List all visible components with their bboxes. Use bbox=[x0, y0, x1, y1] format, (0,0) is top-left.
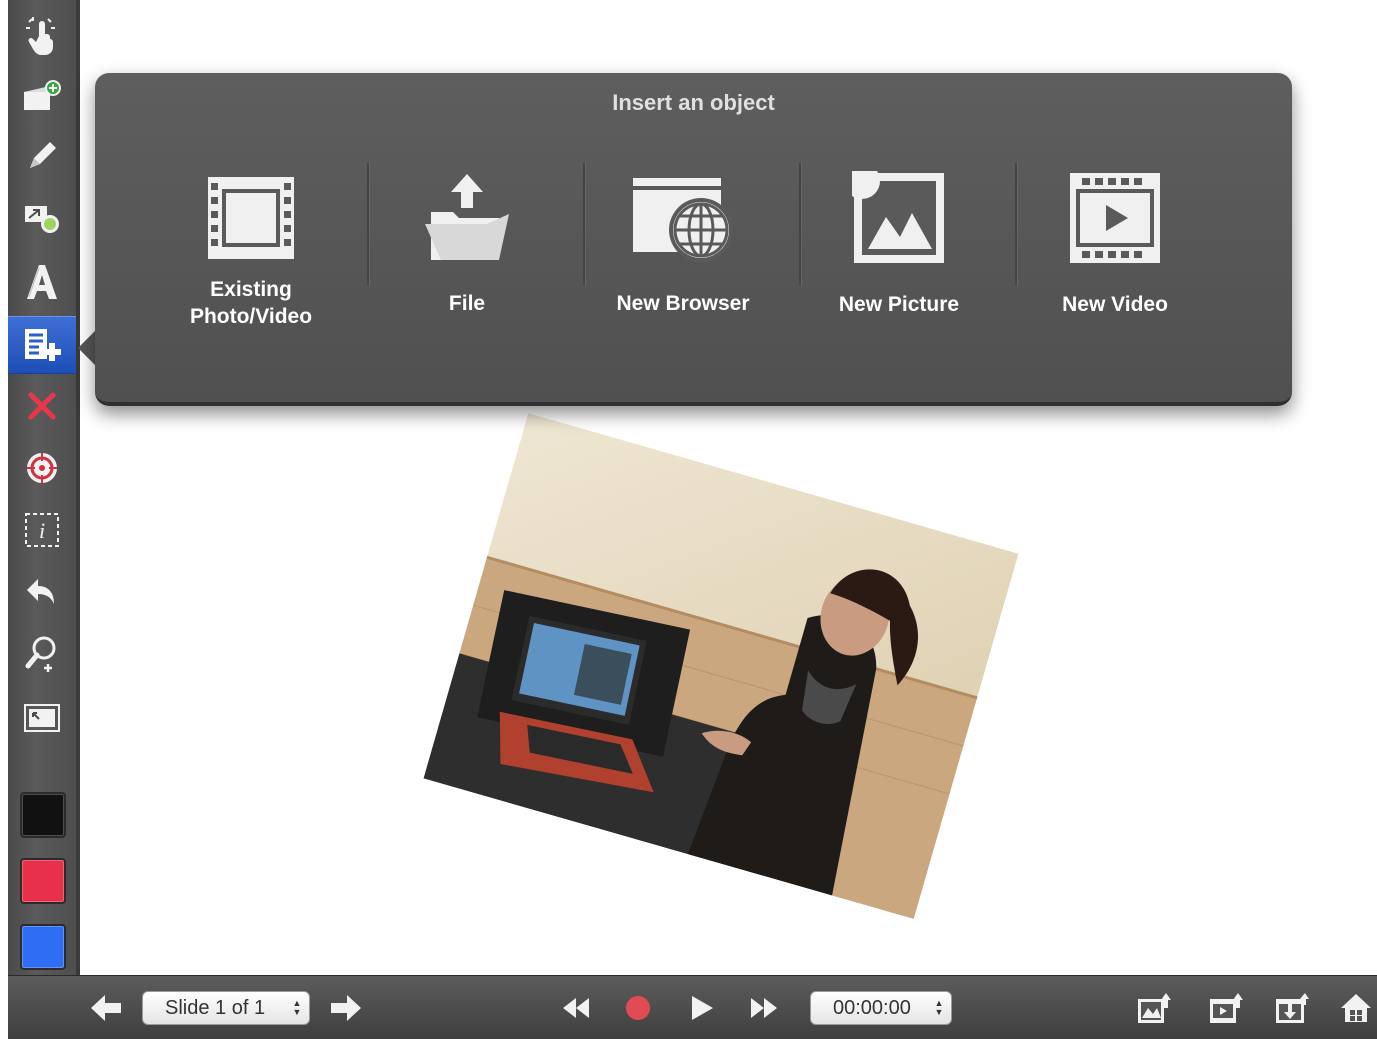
fast-forward-button[interactable] bbox=[744, 990, 784, 1026]
color-swatch-black[interactable] bbox=[20, 792, 66, 838]
pencil-icon[interactable] bbox=[8, 128, 76, 184]
delete-icon[interactable] bbox=[8, 378, 76, 434]
film-strip-icon bbox=[208, 177, 294, 259]
new-picture-option[interactable]: New Picture bbox=[791, 153, 1007, 333]
popover-pointer bbox=[78, 330, 96, 366]
option-label: Existing Photo/Video bbox=[189, 278, 313, 328]
add-slide-icon[interactable] bbox=[8, 68, 76, 124]
svg-text:i: i bbox=[39, 518, 45, 543]
insert-object-popover: Insert an object Existing Photo/Video Fi… bbox=[95, 73, 1292, 406]
home-icon bbox=[1341, 994, 1371, 1022]
upload-folder-icon bbox=[425, 174, 509, 260]
color-swatch-red[interactable] bbox=[20, 858, 66, 904]
option-label: File bbox=[448, 292, 486, 315]
export-video-button[interactable] bbox=[1206, 988, 1246, 1028]
text-icon[interactable] bbox=[8, 254, 76, 310]
time-selector[interactable]: 00:00:00 ▲ ▼ bbox=[810, 991, 952, 1025]
import-button[interactable] bbox=[1272, 988, 1312, 1028]
record-button[interactable] bbox=[618, 990, 658, 1026]
home-button[interactable] bbox=[1336, 988, 1376, 1028]
record-icon bbox=[626, 996, 650, 1020]
bottom-toolbar: Slide 1 of 1 ▲ ▼ 00:00:00 ▲ ▼ bbox=[8, 975, 1377, 1039]
file-option[interactable]: File bbox=[359, 153, 575, 333]
next-slide-button[interactable] bbox=[326, 990, 366, 1026]
option-label: New Browser bbox=[616, 292, 750, 315]
existing-photo-video-option[interactable]: Existing Photo/Video bbox=[143, 153, 359, 333]
color-swatch-blue[interactable] bbox=[20, 924, 66, 970]
option-label: New Picture bbox=[838, 293, 960, 316]
arrow-right-icon bbox=[331, 995, 361, 1021]
new-video-option[interactable]: New Video bbox=[1007, 153, 1223, 333]
video-play-icon bbox=[1070, 173, 1160, 263]
play-icon bbox=[692, 996, 713, 1020]
zoom-icon[interactable] bbox=[8, 626, 76, 682]
shapes-icon[interactable] bbox=[8, 190, 76, 246]
undo-icon[interactable] bbox=[8, 564, 76, 620]
arrow-left-icon bbox=[91, 995, 121, 1021]
previous-slide-button[interactable] bbox=[86, 990, 126, 1026]
fast-forward-icon bbox=[751, 998, 777, 1018]
stepper-arrows-icon: ▲ ▼ bbox=[934, 998, 944, 1017]
slide-photo[interactable] bbox=[423, 413, 1019, 919]
option-label: New Video bbox=[1062, 293, 1168, 316]
play-button[interactable] bbox=[682, 990, 722, 1026]
fit-screen-icon[interactable] bbox=[8, 690, 76, 746]
photo-image bbox=[423, 413, 1019, 919]
popover-title: Insert an object bbox=[612, 90, 775, 115]
import-icon bbox=[1276, 993, 1309, 1023]
info-box-icon[interactable]: i bbox=[8, 502, 76, 558]
rewind-button[interactable] bbox=[556, 990, 596, 1026]
globe-browser-icon bbox=[633, 178, 733, 262]
target-icon[interactable] bbox=[8, 440, 76, 496]
tool-sidebar: i bbox=[8, 0, 80, 975]
slide-selector[interactable]: Slide 1 of 1 ▲ ▼ bbox=[142, 991, 310, 1025]
new-browser-option[interactable]: New Browser bbox=[575, 153, 791, 333]
insert-object-icon[interactable] bbox=[8, 316, 76, 374]
export-image-button[interactable] bbox=[1134, 988, 1174, 1028]
stepper-arrows-icon: ▲ ▼ bbox=[292, 998, 302, 1017]
export-image-icon bbox=[1138, 993, 1171, 1023]
time-label: 00:00:00 bbox=[833, 996, 911, 1019]
picture-icon bbox=[852, 171, 944, 263]
slide-label: Slide 1 of 1 bbox=[165, 996, 266, 1019]
rewind-icon bbox=[563, 998, 589, 1018]
export-video-icon bbox=[1210, 993, 1243, 1023]
hand-pointer-icon[interactable] bbox=[8, 8, 76, 64]
